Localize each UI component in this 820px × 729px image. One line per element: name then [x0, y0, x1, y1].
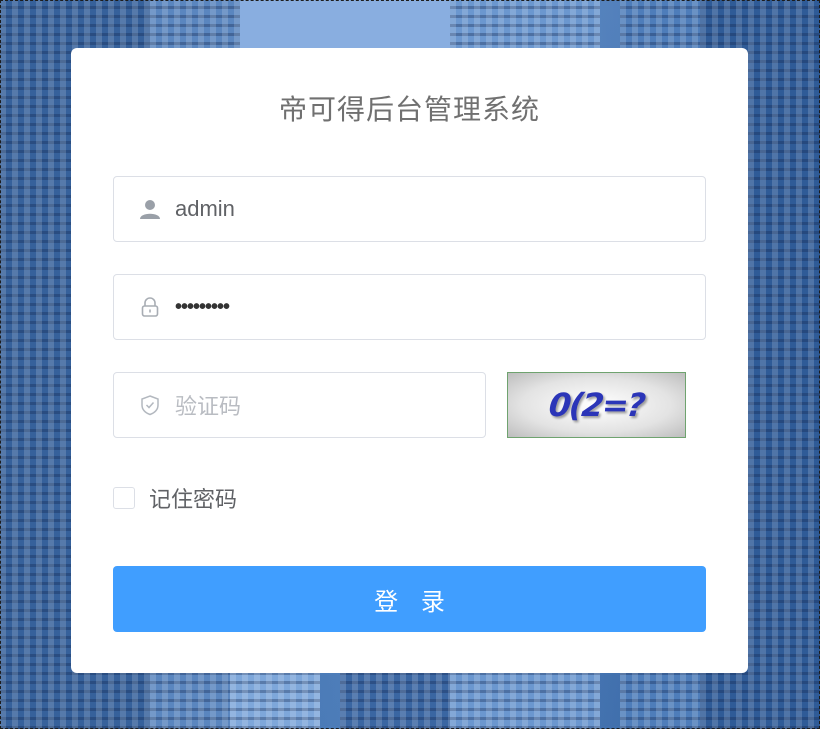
- lock-icon: [139, 296, 161, 318]
- captcha-field[interactable]: 验证码: [113, 372, 486, 438]
- login-card: 帝可得后台管理系统 admin ••••••••• 验证码 0(2=? 记住密码…: [71, 48, 748, 673]
- login-title: 帝可得后台管理系统: [278, 94, 540, 125]
- remember-password[interactable]: 记住密码: [113, 482, 237, 514]
- remember-label[interactable]: 记住密码: [149, 482, 237, 514]
- captcha-text: 0(2=?: [547, 386, 646, 424]
- password-field[interactable]: •••••••••: [113, 274, 706, 340]
- username-value[interactable]: admin: [175, 196, 235, 222]
- remember-checkbox[interactable]: [113, 487, 135, 509]
- captcha-image[interactable]: 0(2=?: [507, 372, 686, 438]
- user-icon: [139, 198, 161, 220]
- username-field[interactable]: admin: [113, 176, 706, 242]
- password-value[interactable]: •••••••••: [175, 296, 230, 319]
- login-button[interactable]: 登 录: [113, 566, 706, 632]
- shield-icon: [139, 394, 161, 416]
- captcha-placeholder[interactable]: 验证码: [175, 389, 241, 421]
